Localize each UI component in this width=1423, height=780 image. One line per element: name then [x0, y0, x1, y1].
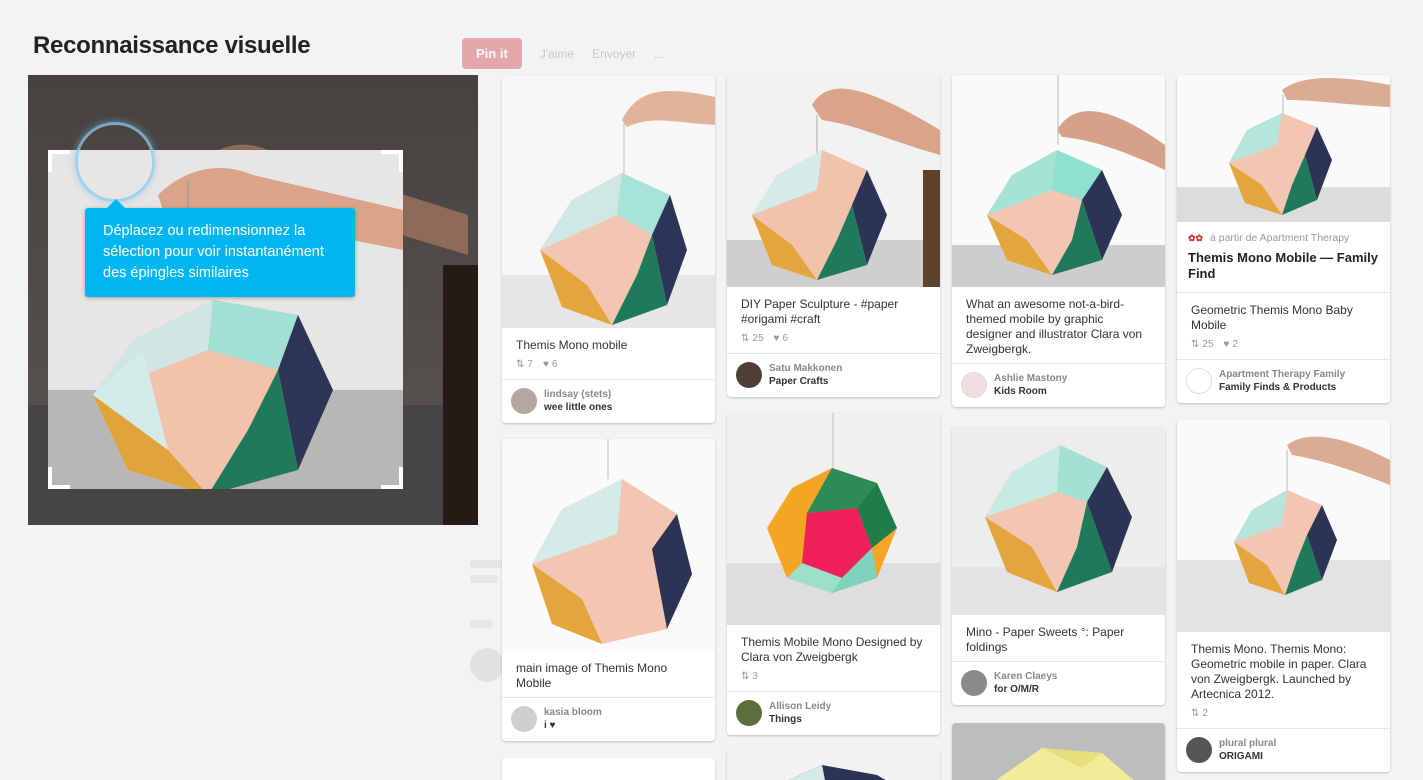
apartment-therapy-logo-icon: ✿✿	[1188, 233, 1204, 243]
pin-attribution[interactable]: Karen Claeys for O/M/R	[952, 661, 1165, 705]
pin-card[interactable]: DIY Paper Sculpture - #paper #origami #c…	[727, 75, 940, 397]
background-toolbar: Pin it J'aime Envoyer ...	[462, 38, 664, 69]
pinner-name[interactable]: Apartment Therapy Family	[1219, 368, 1345, 381]
pin-stats: ⇅ 25 ♥ 6	[741, 333, 789, 344]
repin-icon: ⇅	[741, 671, 750, 682]
resize-handle-top-right[interactable]	[381, 150, 403, 172]
pin-card[interactable]: ✿✿ à partir de Apartment Therapy Themis …	[1177, 75, 1390, 403]
pin-image[interactable]	[952, 75, 1165, 287]
selection-overlay	[403, 150, 478, 489]
pin-card[interactable]: Themis Mono mobile ⇅ 7 ♥ 6 lindsay (stets)…	[502, 75, 715, 423]
like-button[interactable]: J'aime	[540, 47, 574, 61]
pin-it-button[interactable]: Pin it	[462, 38, 522, 69]
selection-overlay	[28, 489, 478, 525]
pin-card[interactable]: Themis Mono. Themis Mono: Geometric mobi…	[1177, 420, 1390, 772]
more-button[interactable]: ...	[654, 47, 664, 61]
pin-stats: ⇅ 2	[1191, 708, 1208, 719]
board-name[interactable]: wee little ones	[544, 401, 612, 414]
pin-card[interactable]: Mino - Paper Sweets °: Paper foldings Ka…	[952, 427, 1165, 705]
board-name[interactable]: Family Finds & Products	[1219, 381, 1345, 394]
pin-image[interactable]	[1177, 75, 1390, 222]
board-name[interactable]: i ♥	[544, 719, 602, 732]
pin-description: main image of Themis Mono Mobile	[516, 661, 668, 690]
resize-handle-bottom-right[interactable]	[381, 467, 403, 489]
avatar[interactable]	[736, 362, 762, 388]
heart-icon: ♥	[542, 359, 549, 370]
pin-stats: ⇅ 7 ♥ 6	[516, 359, 558, 370]
background-text-line	[470, 620, 492, 628]
pin-description: Geometric Themis Mono Baby Mobile	[1191, 303, 1353, 332]
avatar[interactable]	[511, 706, 537, 732]
pin-attribution[interactable]: Satu Makkonen Paper Crafts	[727, 353, 940, 397]
avatar[interactable]	[511, 388, 537, 414]
pinner-name[interactable]: Ashlie Mastony	[994, 372, 1067, 385]
selection-overlay	[28, 150, 48, 489]
board-name[interactable]: Kids Room	[994, 385, 1067, 398]
pinner-name[interactable]: Allison Leidy	[769, 700, 831, 713]
pin-attribution[interactable]: kasia bloom i ♥	[502, 697, 715, 741]
pin-stats: ⇅ 3	[741, 671, 758, 682]
resize-handle-top-left[interactable]	[48, 150, 70, 172]
board-name[interactable]: Things	[769, 713, 831, 726]
pinner-name[interactable]: kasia bloom	[544, 706, 602, 719]
repin-icon: ⇅	[1191, 339, 1200, 350]
pin-image[interactable]	[727, 750, 940, 780]
pin-image[interactable]	[952, 427, 1165, 615]
background-text-line	[470, 575, 498, 583]
pin-description: DIY Paper Sculpture - #paper #origami #c…	[741, 297, 899, 326]
pin-description: Themis Mono. Themis Mono: Geometric mobi…	[1191, 642, 1367, 701]
pin-image[interactable]	[1177, 420, 1390, 632]
pin-attribution[interactable]: plural plural ORIGAMI	[1177, 728, 1390, 772]
pin-card[interactable]	[502, 758, 715, 780]
pin-attribution[interactable]: lindsay (stets) wee little ones	[502, 379, 715, 423]
pinner-name[interactable]: lindsay (stets)	[544, 388, 612, 401]
pin-card[interactable]: What an awesome not-a-bird-themed mobile…	[952, 75, 1165, 407]
pin-image[interactable]	[727, 413, 940, 625]
repin-icon: ⇅	[741, 333, 750, 344]
pinner-name[interactable]: plural plural	[1219, 737, 1276, 750]
heart-icon: ♥	[773, 333, 780, 344]
visual-search-tooltip: Déplacez ou redimensionnez la sélection …	[85, 199, 355, 297]
board-name[interactable]: Paper Crafts	[769, 375, 842, 388]
pin-stats: ⇅ 25 ♥ 2	[1191, 339, 1239, 350]
pin-description: Mino - Paper Sweets °: Paper foldings	[966, 625, 1125, 654]
avatar[interactable]	[736, 700, 762, 726]
pin-image[interactable]	[727, 75, 940, 287]
repin-icon: ⇅	[516, 359, 525, 370]
selection-box[interactable]	[48, 150, 403, 489]
pin-card[interactable]	[727, 750, 940, 780]
page-title: Reconnaissance visuelle	[33, 32, 311, 59]
hotspot-indicator[interactable]	[75, 122, 155, 202]
pin-image[interactable]	[502, 439, 715, 651]
pin-attribution[interactable]: Allison Leidy Things	[727, 691, 940, 735]
pinner-name[interactable]: Karen Claeys	[994, 670, 1057, 683]
pin-attribution[interactable]: Ashlie Mastony Kids Room	[952, 363, 1165, 407]
avatar[interactable]	[1186, 737, 1212, 763]
pinner-name[interactable]: Satu Makkonen	[769, 362, 842, 375]
share-button[interactable]: Envoyer	[592, 47, 636, 61]
background-avatar	[470, 648, 504, 682]
pin-card[interactable]	[952, 723, 1165, 780]
board-name[interactable]: for O/M/R	[994, 683, 1057, 696]
pin-card[interactable]: main image of Themis Mono Mobile kasia b…	[502, 439, 715, 741]
board-name[interactable]: ORIGAMI	[1219, 750, 1276, 763]
pin-image[interactable]	[502, 75, 715, 328]
avatar[interactable]	[961, 372, 987, 398]
pin-source[interactable]: ✿✿ à partir de Apartment Therapy	[1177, 222, 1390, 244]
visual-search-panel[interactable]: Déplacez ou redimensionnez la sélection …	[28, 75, 478, 525]
avatar[interactable]	[961, 670, 987, 696]
pin-description: Themis Mobile Mono Designed by Clara von…	[741, 635, 923, 664]
pin-description: What an awesome not-a-bird-themed mobile…	[966, 297, 1143, 356]
repin-icon: ⇅	[1191, 708, 1200, 719]
heart-icon: ♥	[1223, 339, 1230, 350]
resize-handle-bottom-left[interactable]	[48, 467, 70, 489]
selected-image-region	[48, 150, 403, 489]
pin-attribution[interactable]: Apartment Therapy Family Family Finds & …	[1177, 359, 1390, 403]
pin-description: Themis Mono mobile	[516, 338, 628, 352]
pin-image[interactable]	[952, 723, 1165, 780]
pin-title[interactable]: Themis Mono Mobile — Family Find	[1177, 244, 1390, 293]
avatar[interactable]	[1186, 368, 1212, 394]
pin-card[interactable]: Themis Mobile Mono Designed by Clara von…	[727, 413, 940, 735]
